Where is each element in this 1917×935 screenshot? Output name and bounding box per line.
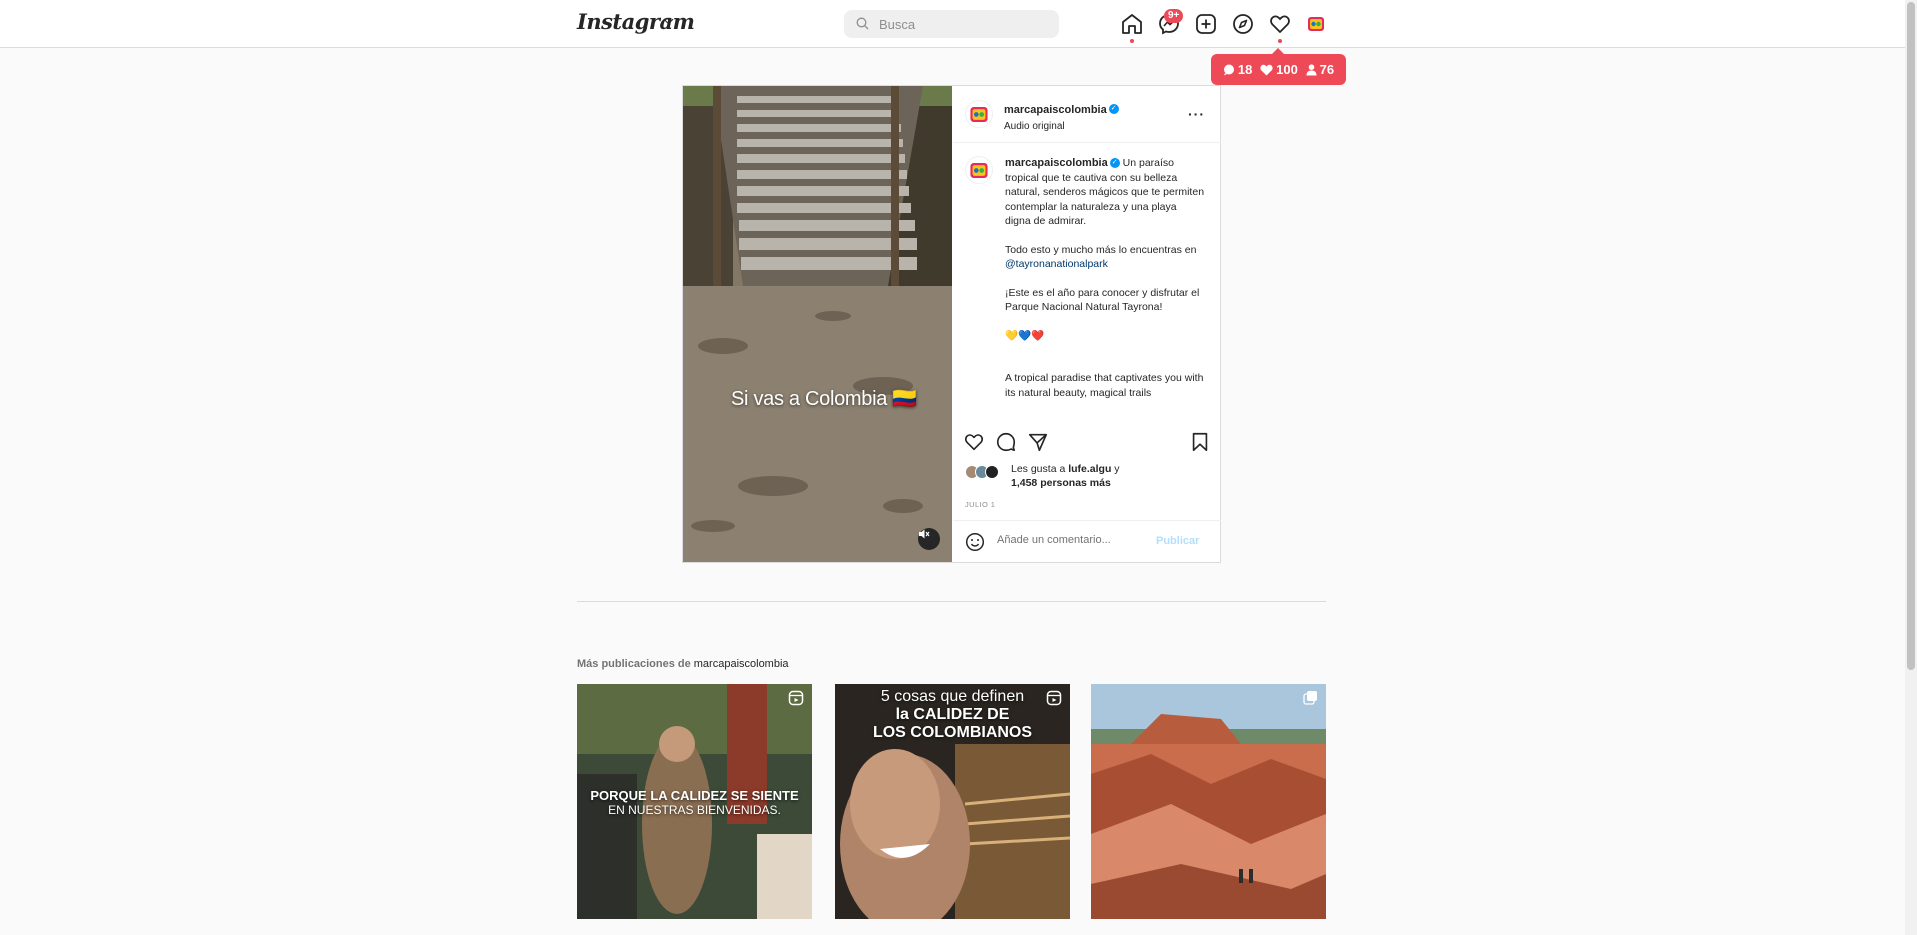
- activity-dot: [1278, 39, 1282, 43]
- colombia-brand-icon: [1308, 17, 1324, 31]
- section-divider: [577, 601, 1326, 602]
- caption-avatar[interactable]: [965, 156, 993, 184]
- comment-input[interactable]: [997, 534, 1147, 546]
- verified-icon: ✓: [1108, 103, 1119, 114]
- reels-icon: [1046, 690, 1062, 706]
- page-scrollbar[interactable]: [1905, 0, 1917, 935]
- thumbnail-1-line-1: PORQUE LA CALIDEZ SE SIENTE: [590, 788, 799, 803]
- profile-avatar[interactable]: [1305, 13, 1327, 35]
- speaker-muted-icon: [919, 529, 930, 539]
- search-input[interactable]: [879, 15, 1049, 33]
- more-posts-username[interactable]: marcapaiscolombia: [694, 658, 789, 670]
- liker-username[interactable]: lufe.algu: [1068, 463, 1111, 475]
- thumbnail-2-line-2: la CALIDEZ DE: [895, 706, 1010, 723]
- home-icon[interactable]: [1120, 12, 1144, 36]
- reels-icon: [788, 690, 804, 706]
- emoji-icon[interactable]: [965, 532, 985, 552]
- activity-notification-popup[interactable]: 18 100 76: [1211, 48, 1346, 85]
- likes-count-link[interactable]: 1,458 personas más: [1011, 477, 1111, 489]
- likes-count: 100: [1260, 62, 1298, 77]
- caption-paragraph-4: A tropical paradise that captivates you …: [1005, 372, 1204, 399]
- person-icon: [1306, 63, 1317, 75]
- activity-heart-icon[interactable]: [1268, 12, 1292, 36]
- post-video[interactable]: Si vas a Colombia 🇨🇴: [683, 86, 952, 562]
- post-sidebar: marcapaiscolombia ✓ Audio original ··· ma…: [953, 86, 1221, 562]
- video-overlay-text: Si vas a Colombia 🇨🇴: [731, 388, 917, 410]
- thumbnail-2-line-3: LOS COLOMBIANOS: [872, 724, 1033, 741]
- comment-icon[interactable]: [995, 431, 1017, 453]
- follows-count: 76: [1306, 62, 1334, 77]
- author-username[interactable]: marcapaiscolombia: [1004, 104, 1107, 116]
- top-navigation-bar: Instagram 9+: [0, 0, 1905, 48]
- comments-count: 18: [1223, 62, 1252, 77]
- comment-icon: [1223, 64, 1234, 75]
- caption-paragraph-2: Todo esto y mucho más lo encuentras en: [1005, 243, 1197, 256]
- thumbnail-image: [1091, 684, 1326, 919]
- caption-emojis: 💛💙❤️: [1005, 329, 1045, 342]
- verified-icon: ✓: [1109, 158, 1120, 169]
- search-box[interactable]: [844, 10, 1059, 38]
- post-date[interactable]: JULIO 1: [965, 500, 995, 509]
- like-heart-icon[interactable]: [963, 431, 985, 453]
- share-send-icon[interactable]: [1027, 431, 1049, 453]
- explore-icon[interactable]: [1231, 12, 1255, 36]
- publish-button[interactable]: Publicar: [1156, 535, 1199, 547]
- colombia-brand-icon: [970, 106, 988, 122]
- more-posts-heading: Más publicaciones de marcapaiscolombia: [577, 658, 789, 670]
- caption-paragraph-3: ¡Este es el año para conocer y disfrutar…: [1005, 286, 1200, 314]
- video-frame: [683, 86, 952, 562]
- more-post-thumbnail-2[interactable]: 5 cosas que definen la CALIDEZ DE LOS CO…: [835, 684, 1070, 919]
- colombia-brand-icon: [970, 162, 988, 178]
- post-header: marcapaiscolombia ✓ Audio original ···: [953, 86, 1221, 143]
- audio-label[interactable]: Audio original: [1004, 121, 1119, 132]
- likes-prefix: Les gusta a: [1011, 463, 1069, 475]
- author-avatar[interactable]: [965, 100, 993, 128]
- search-icon: [856, 17, 869, 30]
- heart-icon: [1260, 64, 1273, 75]
- comment-box: Publicar: [953, 520, 1221, 562]
- caption-username[interactable]: marcapaiscolombia: [1005, 157, 1108, 169]
- carousel-icon: [1303, 691, 1317, 705]
- post-actions: [953, 428, 1221, 458]
- thumbnail-1-line-2: EN NUESTRAS BIENVENIDAS.: [608, 803, 781, 817]
- post-modal: Si vas a Colombia 🇨🇴 marcapaiscolombia ✓ …: [682, 85, 1221, 563]
- messages-badge: 9+: [1164, 9, 1184, 23]
- save-bookmark-icon[interactable]: [1189, 431, 1211, 453]
- instagram-logo[interactable]: Instagram: [577, 9, 695, 34]
- more-posts-label: Más publicaciones de: [577, 658, 694, 670]
- more-post-thumbnail-3[interactable]: [1091, 684, 1326, 919]
- thumbnail-2-line-1: 5 cosas que definen: [880, 688, 1025, 705]
- post-caption: marcapaiscolombia ✓ Un paraíso tropical q…: [1005, 156, 1205, 426]
- scrollbar-thumb[interactable]: [1907, 2, 1915, 670]
- likes-connector: y: [1111, 463, 1120, 475]
- more-options-icon[interactable]: ···: [1188, 106, 1205, 122]
- new-post-icon[interactable]: [1194, 12, 1218, 36]
- more-post-thumbnail-1[interactable]: PORQUE LA CALIDEZ SE SIENTE EN NUESTRAS …: [577, 684, 812, 919]
- home-active-dot: [1130, 39, 1134, 43]
- mute-button[interactable]: [918, 528, 940, 550]
- caption-mention-link[interactable]: @tayronanationalpark: [1005, 258, 1108, 270]
